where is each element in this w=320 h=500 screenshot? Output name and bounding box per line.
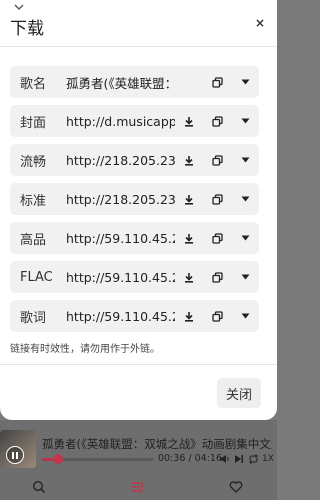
divider: [0, 46, 277, 47]
copy-icon[interactable]: [209, 74, 225, 90]
caret-down-icon[interactable]: [237, 230, 253, 246]
row-label: 封面: [20, 115, 47, 131]
row-actions: [175, 269, 259, 285]
song-title: 孤勇者(《英雄联盟：双城之战》动画剧集中文主题曲): [42, 437, 272, 451]
mini-player: 孤勇者(《英雄联盟：双城之战》动画剧集中文主题曲) 00:36 / 04:16 …: [0, 420, 277, 500]
copy-icon[interactable]: [209, 269, 225, 285]
row-value[interactable]: http://59.110.45.28: [66, 231, 175, 246]
link-row: 封面 http://d.musicapp.migu.cn: [10, 105, 259, 137]
pause-icon: [12, 451, 18, 459]
chevron-down-icon: [14, 4, 24, 10]
row-actions: [175, 308, 259, 324]
caret-down-icon[interactable]: [237, 113, 253, 129]
progress-bar[interactable]: [42, 454, 154, 464]
row-value[interactable]: http://218.205.239.34: [66, 153, 175, 168]
next-icon[interactable]: [234, 454, 244, 464]
divider: [0, 364, 277, 365]
download-icon[interactable]: [181, 269, 197, 285]
row-label: FLAC: [20, 269, 53, 285]
time-separator: /: [185, 453, 195, 464]
row-value[interactable]: http://d.musicapp.migu.cn: [66, 114, 175, 129]
copy-icon[interactable]: [209, 230, 225, 246]
search-icon[interactable]: [32, 480, 46, 494]
link-row: 流畅 http://218.205.239.34: [10, 144, 259, 176]
row-actions: [175, 191, 259, 207]
caret-down-icon[interactable]: [237, 308, 253, 324]
download-icon[interactable]: [181, 230, 197, 246]
row-label: 标准: [20, 193, 47, 209]
row-label: 歌词: [20, 310, 47, 326]
row-value[interactable]: 孤勇者(《英雄联盟：双城之战》动画剧集中文主题曲): [66, 73, 175, 92]
copy-icon[interactable]: [209, 113, 225, 129]
bottom-nav: [0, 476, 277, 500]
loop-icon[interactable]: [248, 454, 259, 464]
pause-button[interactable]: [6, 446, 24, 464]
close-button[interactable]: 关闭: [217, 378, 261, 408]
caret-down-icon[interactable]: [237, 152, 253, 168]
link-list: 歌名 孤勇者(《英雄联盟：双城之战》动画剧集中文主题曲) 封面 http://d.mu…: [10, 66, 259, 339]
copy-icon[interactable]: [209, 152, 225, 168]
download-icon[interactable]: [181, 191, 197, 207]
row-label: 高品: [20, 232, 47, 248]
heart-icon[interactable]: [229, 480, 243, 494]
link-row: 歌名 孤勇者(《英雄联盟：双城之战》动画剧集中文主题曲): [10, 66, 259, 98]
download-icon[interactable]: [181, 113, 197, 129]
row-actions: [175, 230, 259, 246]
link-row: FLAC http://59.110.45.28: [10, 261, 259, 293]
download-dialog: 下载 × 歌名 孤勇者(《英雄联盟：双城之战》动画剧集中文主题曲) 封面 http:/…: [0, 0, 277, 420]
progress-knob[interactable]: [52, 454, 63, 464]
close-icon[interactable]: ×: [255, 16, 265, 30]
row-label: 歌名: [20, 76, 47, 92]
row-value[interactable]: http://59.110.45.28: [66, 270, 175, 285]
link-row: 标准 http://218.205.239.34: [10, 183, 259, 215]
copy-icon[interactable]: [209, 191, 225, 207]
row-label: 流畅: [20, 154, 47, 170]
row-actions: [175, 152, 259, 168]
row-value[interactable]: http://218.205.239.34: [66, 192, 175, 207]
caret-down-icon[interactable]: [237, 191, 253, 207]
current-time: 00:36: [158, 453, 186, 464]
row-value[interactable]: http://59.110.45.28: [66, 309, 175, 324]
dialog-title: 下载: [10, 19, 44, 39]
link-row: 高品 http://59.110.45.28: [10, 222, 259, 254]
total-time: 04:16: [194, 453, 223, 464]
link-row: 歌词 http://59.110.45.28: [10, 300, 259, 332]
download-icon[interactable]: [181, 308, 197, 324]
caret-down-icon[interactable]: [237, 74, 253, 90]
playback-rate[interactable]: 1X: [262, 454, 274, 464]
download-placeholder: [181, 74, 197, 90]
download-icon[interactable]: [181, 152, 197, 168]
volume-icon[interactable]: [219, 454, 230, 464]
expiry-note: 链接有时效性，请勿用作于外链。: [10, 344, 160, 355]
copy-icon[interactable]: [209, 308, 225, 324]
collapse-tab[interactable]: [0, 0, 38, 14]
time-readout: 00:36 / 04:16: [158, 453, 222, 464]
row-actions: [175, 113, 259, 129]
playlist-icon[interactable]: [131, 480, 145, 494]
row-actions: [175, 74, 259, 90]
caret-down-icon[interactable]: [237, 269, 253, 285]
